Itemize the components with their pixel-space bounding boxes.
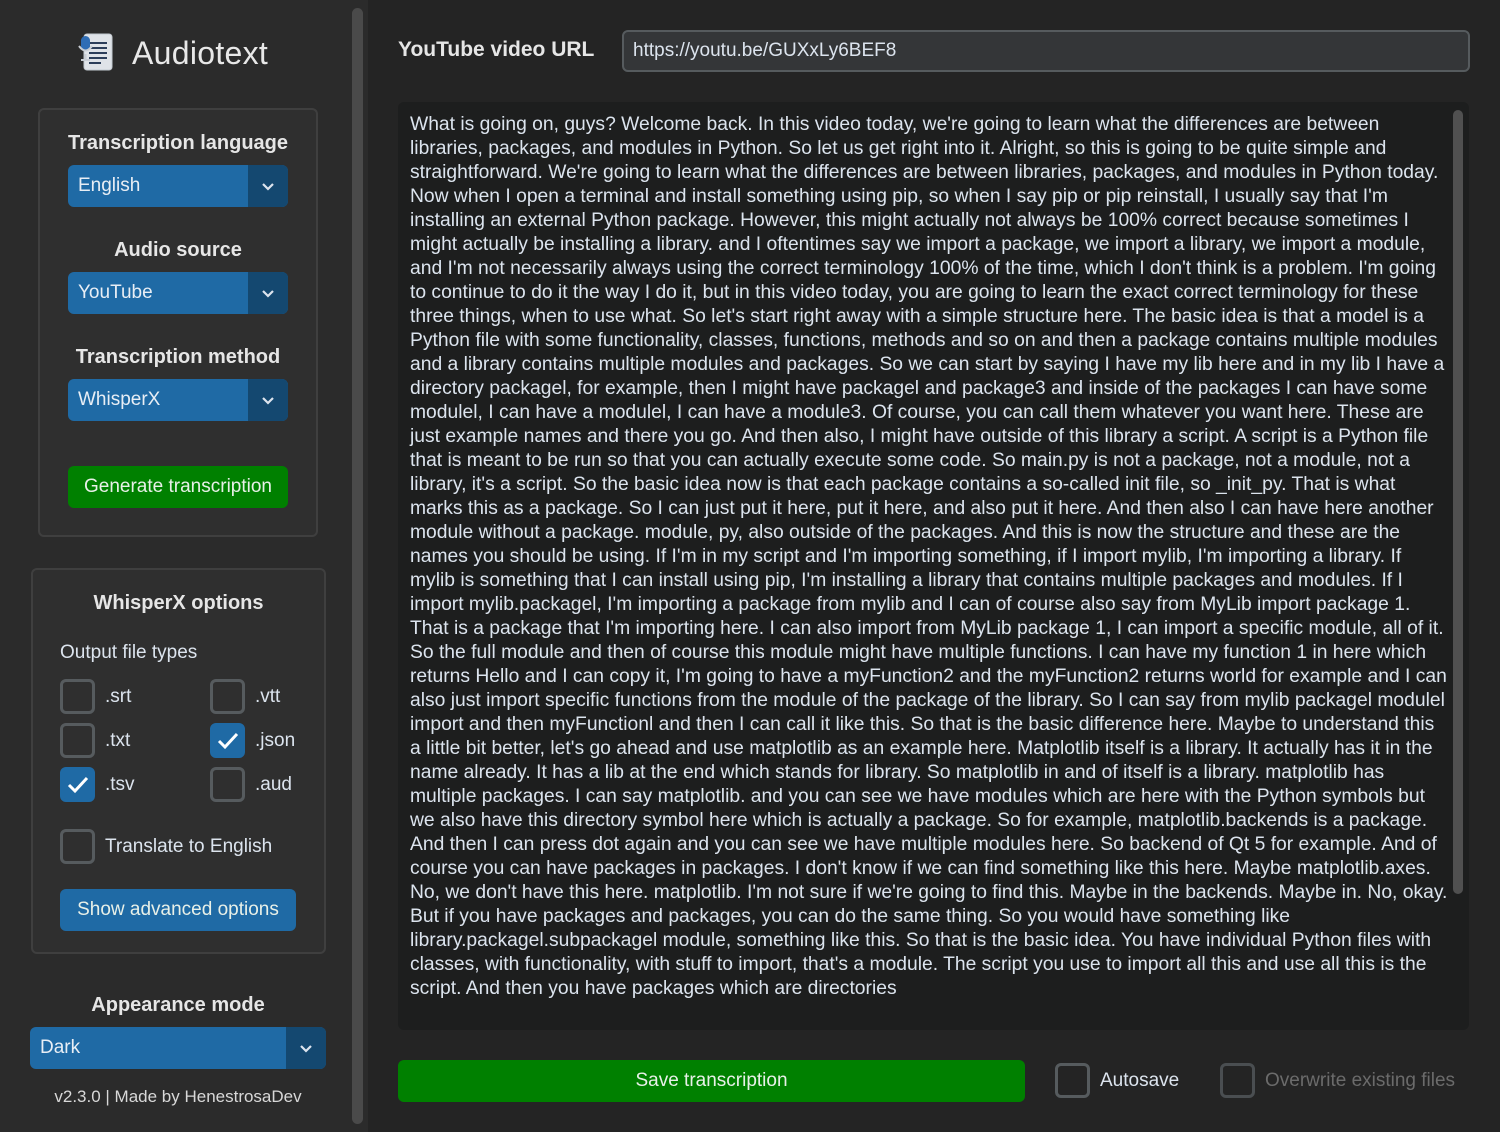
tsv-checkbox[interactable] [60,767,95,802]
whisperx-options-title: WhisperX options [93,592,264,614]
json-checkbox-row[interactable]: .json [210,723,295,758]
srt-label: .srt [105,685,132,707]
save-transcription-button[interactable]: Save transcription [398,1060,1025,1102]
sidebar: Audiotext Transcription language English… [0,0,350,1132]
txt-checkbox-row[interactable]: .txt [60,723,130,758]
overwrite-checkbox-row: Overwrite existing files [1220,1063,1455,1098]
whisperx-options-frame: WhisperX options Output file types .srt … [31,568,326,954]
txt-label: .txt [105,729,131,751]
aud-checkbox[interactable] [210,767,245,802]
appearance-mode-value: Dark [40,1037,81,1058]
generate-transcription-button[interactable]: Generate transcription [68,466,288,508]
vtt-label: .vtt [255,685,281,707]
audio-source-label: Audio source [114,239,242,261]
transcription-language-label: Transcription language [67,132,289,154]
chevron-down-icon[interactable] [248,272,288,314]
tsv-label: .tsv [105,773,135,795]
translate-to-english-checkbox[interactable] [60,829,95,864]
youtube-url-label: YouTube video URL [398,38,595,61]
sidebar-scrollbar[interactable] [350,0,368,1132]
output-file-types-label: Output file types [60,642,198,663]
audiotext-logo-icon [76,28,120,79]
transcription-settings-frame: Transcription language English Audio sou… [38,108,318,537]
checkmark-icon [217,732,238,749]
autosave-label: Autosave [1100,1069,1180,1091]
audio-source-value: YouTube [78,282,153,303]
app-title: Audiotext [132,34,269,71]
chevron-down-icon[interactable] [248,165,288,207]
overwrite-existing-files-checkbox [1220,1063,1255,1098]
audio-source-select[interactable]: YouTube [68,272,288,314]
autosave-checkbox[interactable] [1055,1063,1090,1098]
sidebar-scrollbar-thumb[interactable] [352,8,363,1124]
vtt-checkbox-row[interactable]: .vtt [210,679,280,714]
translate-to-english-label: Translate to English [105,835,273,857]
translate-checkbox-row[interactable]: Translate to English [60,829,272,864]
transcription-textbox[interactable]: What is going on, guys? Welcome back. In… [398,102,1469,1030]
appearance-mode-label: Appearance mode [91,994,265,1016]
srt-checkbox[interactable] [60,679,95,714]
chevron-down-icon[interactable] [286,1027,326,1069]
aud-label: .aud [255,773,292,795]
overwrite-existing-files-label: Overwrite existing files [1265,1069,1456,1091]
youtube-url-input[interactable] [622,30,1470,72]
transcription-scrollbar[interactable] [1453,110,1463,894]
transcription-method-select[interactable]: WhisperX [68,379,288,421]
app-header: Audiotext [76,28,268,78]
json-label: .json [255,729,296,751]
checkmark-icon [67,776,88,793]
txt-checkbox[interactable] [60,723,95,758]
autosave-checkbox-row[interactable]: Autosave [1055,1063,1179,1098]
transcription-method-label: Transcription method [75,346,281,368]
transcription-language-select[interactable]: English [68,165,288,207]
vtt-checkbox[interactable] [210,679,245,714]
show-advanced-options-button[interactable]: Show advanced options [60,889,296,931]
transcription-text[interactable]: What is going on, guys? Welcome back. In… [410,113,1448,1001]
transcription-language-value: English [78,175,141,196]
version-footer: v2.3.0 | Made by HenestrosaDev [54,1087,302,1106]
transcription-method-value: WhisperX [78,389,161,410]
appearance-mode-select[interactable]: Dark [30,1027,326,1069]
chevron-down-icon[interactable] [248,379,288,421]
tsv-checkbox-row[interactable]: .tsv [60,767,135,802]
aud-checkbox-row[interactable]: .aud [210,767,292,802]
srt-checkbox-row[interactable]: .srt [60,679,131,714]
json-checkbox[interactable] [210,723,245,758]
